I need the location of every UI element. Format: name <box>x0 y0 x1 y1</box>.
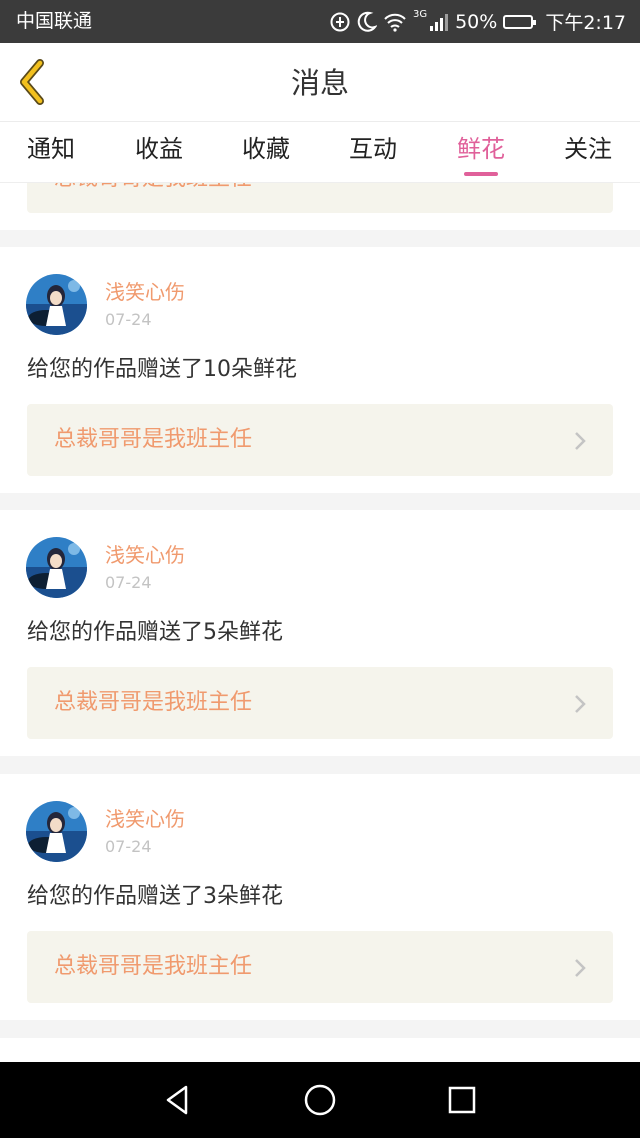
work-title: 总裁哥哥是我班主任 <box>54 690 253 715</box>
signal-icon <box>430 13 449 31</box>
message-card: 浅笑心伤 07-24 给您的作品赠送了10朵鲜花 总裁哥哥是我班主任 <box>0 247 640 493</box>
tab-label: 通知 <box>27 135 75 163</box>
username[interactable]: 浅笑心伤 <box>105 807 185 831</box>
message-card: 浅笑心伤 07-24 给您的作品赠送了5朵鲜花 总裁哥哥是我班主任 <box>0 510 640 756</box>
carrier-name: 中国联通 <box>16 10 93 32</box>
page-title: 消息 <box>290 66 349 100</box>
tab-favorites[interactable]: 收藏 <box>226 132 306 172</box>
avatar[interactable] <box>26 537 87 598</box>
work-title: 总裁哥哥是我班主任 <box>54 427 253 452</box>
network-type: 3G <box>412 9 428 20</box>
work-link[interactable]: 总裁哥哥是我班主任 <box>27 404 613 476</box>
message-date: 07-24 <box>105 310 152 329</box>
message-list[interactable]: 总裁哥哥是我班主任 浅笑心伤 07-24 给您的作品赠送了10朵鲜花 总裁哥哥是… <box>0 183 640 1062</box>
message-card: 总裁哥哥是我班主任 <box>0 183 640 230</box>
message-text: 给您的作品赠送了5朵鲜花 <box>27 620 283 645</box>
chevron-right-icon <box>575 695 586 713</box>
home-circle-icon[interactable] <box>302 1082 338 1118</box>
status-bar: 中国联通 3G 50% 下午2:17 <box>0 0 640 43</box>
message-card <box>0 1038 640 1062</box>
back-triangle-icon[interactable] <box>160 1082 196 1118</box>
message-text: 给您的作品赠送了3朵鲜花 <box>27 884 283 909</box>
app-header: 消息 <box>0 43 640 122</box>
data-saver-icon <box>330 12 350 31</box>
avatar-image <box>26 801 87 862</box>
work-link[interactable]: 总裁哥哥是我班主任 <box>27 183 613 213</box>
tab-label: 收藏 <box>242 135 290 163</box>
username[interactable]: 浅笑心伤 <box>105 280 185 304</box>
message-card: 浅笑心伤 07-24 给您的作品赠送了3朵鲜花 总裁哥哥是我班主任 <box>0 774 640 1020</box>
status-icons: 3G 50% 下午2:17 <box>323 9 626 34</box>
work-title: 总裁哥哥是我班主任 <box>54 954 253 979</box>
tab-interactions[interactable]: 互动 <box>333 132 413 172</box>
battery-icon <box>503 14 537 29</box>
tab-earnings[interactable]: 收益 <box>119 132 199 172</box>
battery-percent: 50% <box>455 10 498 33</box>
tab-flowers[interactable]: 鲜花 <box>441 132 521 176</box>
avatar[interactable] <box>26 274 87 335</box>
chevron-right-icon <box>575 432 586 450</box>
message-date: 07-24 <box>105 837 152 856</box>
tab-label: 鲜花 <box>457 135 505 163</box>
moon-icon <box>357 11 377 32</box>
avatar-image <box>26 274 87 335</box>
system-nav-bar <box>0 1062 640 1138</box>
tab-following[interactable]: 关注 <box>548 132 628 172</box>
active-tab-indicator <box>464 172 498 176</box>
clock: 下午2:17 <box>545 12 626 34</box>
message-date: 07-24 <box>105 573 152 592</box>
tab-label: 互动 <box>349 135 397 163</box>
chevron-right-icon <box>575 959 586 977</box>
recents-square-icon[interactable] <box>444 1082 480 1118</box>
wifi-icon <box>384 13 406 32</box>
work-link[interactable]: 总裁哥哥是我班主任 <box>27 667 613 739</box>
message-text: 给您的作品赠送了10朵鲜花 <box>27 357 297 382</box>
avatar[interactable] <box>26 801 87 862</box>
tab-bar: 通知 收益 收藏 互动 鲜花 关注 <box>0 122 640 183</box>
username[interactable]: 浅笑心伤 <box>105 543 185 567</box>
avatar-image <box>26 537 87 598</box>
work-link[interactable]: 总裁哥哥是我班主任 <box>27 931 613 1003</box>
tab-label: 关注 <box>564 135 612 163</box>
tab-label: 收益 <box>135 135 183 163</box>
work-title: 总裁哥哥是我班主任 <box>54 183 252 193</box>
tab-notifications[interactable]: 通知 <box>11 132 91 172</box>
